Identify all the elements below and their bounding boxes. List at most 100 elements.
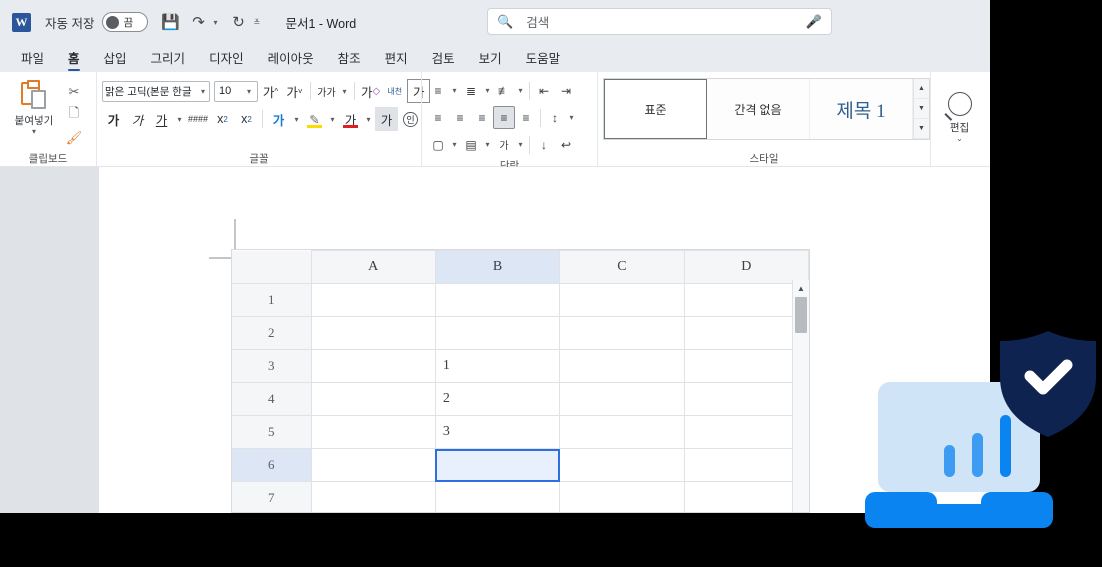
strikethrough-button[interactable]: #### — [186, 107, 210, 131]
cell-b1[interactable] — [434, 283, 561, 317]
scroll-up-arrow-icon[interactable]: ▲ — [793, 280, 809, 296]
row-header-2[interactable]: 2 — [232, 316, 312, 350]
underline-caret-icon[interactable]: ▾ — [174, 115, 185, 124]
editing-caret-icon[interactable]: ⌄ — [956, 134, 963, 143]
font-name-caret-icon[interactable]: ▾ — [201, 87, 207, 96]
font-color-button[interactable]: 가 — [339, 107, 362, 131]
font-color-caret-icon[interactable]: ▾ — [363, 115, 374, 124]
line-spacing-caret-icon[interactable]: ▾ — [566, 113, 577, 122]
numbered-list-caret-icon[interactable]: ▾ — [482, 86, 493, 95]
save-icon[interactable]: 💾 — [157, 9, 183, 35]
row-header-3[interactable]: 3 — [232, 349, 312, 383]
tab-layout[interactable]: 레이아웃 — [257, 46, 325, 72]
undo-icon[interactable]: ↷ — [185, 9, 211, 35]
styles-more-icon[interactable]: ▼ — [914, 119, 929, 139]
cell-a3[interactable] — [310, 349, 436, 383]
styles-scroll-up-icon[interactable]: ▲ — [914, 79, 929, 99]
cell-c5[interactable] — [559, 415, 685, 449]
line-spacing-icon[interactable]: ↕ — [544, 106, 566, 129]
cell-c1[interactable] — [559, 283, 685, 317]
text-effects-button[interactable]: 가 — [267, 107, 290, 131]
style-item-no-spacing[interactable]: 간격 없음 — [707, 79, 810, 139]
scrollbar-thumb[interactable] — [795, 297, 807, 333]
grow-font-button[interactable]: 가 ^ — [259, 79, 282, 103]
tab-view[interactable]: 보기 — [468, 46, 513, 72]
character-shading-button[interactable]: 가 — [375, 107, 399, 131]
cell-a4[interactable] — [310, 382, 436, 416]
cell-d1[interactable] — [683, 283, 809, 317]
column-header-b[interactable]: B — [434, 250, 561, 284]
asian-layout-icon[interactable]: 가 — [493, 133, 515, 156]
scissors-icon[interactable]: ✂ — [62, 81, 86, 103]
font-name-combobox[interactable]: 맑은 고딕(본문 한글 ▾ — [102, 80, 210, 102]
column-header-d[interactable]: D — [683, 250, 809, 284]
ribbon-group-editing[interactable]: 편집 ⌄ — [930, 72, 988, 167]
row-header-5[interactable]: 5 — [232, 415, 312, 449]
tab-help[interactable]: 도움말 — [515, 46, 572, 72]
multilevel-list-icon[interactable]: ≢ — [493, 79, 515, 102]
cell-d6[interactable] — [683, 448, 809, 482]
embedded-spreadsheet-object[interactable]: A B C D 1 2 3 1 4 2 5 3 6 7 ▲ — [231, 249, 810, 513]
cell-d7[interactable] — [683, 481, 809, 512]
microphone-icon[interactable]: 🎤 — [806, 14, 822, 30]
align-right-icon[interactable]: ≡ — [471, 106, 493, 129]
cell-d3[interactable] — [683, 349, 809, 383]
row-header-6[interactable]: 6 — [232, 448, 312, 482]
asian-layout-caret-icon[interactable]: ▾ — [515, 140, 526, 149]
undo-dropdown-caret-icon[interactable]: ▾ — [213, 18, 223, 27]
column-header-a[interactable]: A — [310, 250, 436, 284]
cell-b5[interactable]: 3 — [434, 415, 561, 449]
distribute-icon[interactable]: ≡ — [515, 106, 537, 129]
paste-dropdown-caret-icon[interactable]: ▾ — [32, 127, 36, 136]
cell-b2[interactable] — [434, 316, 561, 350]
row-header-1[interactable]: 1 — [232, 283, 312, 317]
tab-file[interactable]: 파일 — [10, 46, 55, 72]
cell-d5[interactable] — [683, 415, 809, 449]
tab-home[interactable]: 홈 — [57, 46, 91, 72]
subscript-button[interactable]: x2 — [211, 107, 234, 131]
styles-scrollbar[interactable]: ▲ ▼ ▼ — [913, 79, 929, 139]
cell-b4[interactable]: 2 — [434, 382, 561, 416]
borders-icon[interactable]: ▤ — [460, 133, 482, 156]
cell-a6[interactable] — [310, 448, 436, 482]
cell-d4[interactable] — [683, 382, 809, 416]
cell-c4[interactable] — [559, 382, 685, 416]
cell-c6[interactable] — [559, 448, 685, 482]
phonetic-guide-button[interactable]: 내천 — [383, 79, 406, 103]
cell-a1[interactable] — [310, 283, 436, 317]
paste-button[interactable]: 붙여넣기 ▾ — [6, 77, 62, 149]
italic-button[interactable]: 가 — [126, 107, 149, 131]
enclose-character-button[interactable]: 인 — [399, 107, 422, 131]
cell-c2[interactable] — [559, 316, 685, 350]
row-header-4[interactable]: 4 — [232, 382, 312, 416]
styles-scroll-down-icon[interactable]: ▼ — [914, 99, 929, 119]
search-input[interactable]: 🔍 검색 🎤 — [487, 8, 832, 35]
qat-overflow-icon[interactable]: ≚ — [253, 18, 263, 27]
tab-insert[interactable]: 삽입 — [93, 46, 138, 72]
font-size-caret-icon[interactable]: ▾ — [247, 87, 253, 96]
superscript-button[interactable]: x2 — [235, 107, 258, 131]
cell-d2[interactable] — [683, 316, 809, 350]
tab-mailings[interactable]: 편지 — [374, 46, 419, 72]
increase-indent-icon[interactable]: ⇥ — [555, 79, 577, 102]
bullet-list-icon[interactable]: ≡ — [427, 79, 449, 102]
bold-button[interactable]: 가 — [102, 107, 125, 131]
tab-draw[interactable]: 그리기 — [140, 46, 197, 72]
highlight-caret-icon[interactable]: ▾ — [327, 115, 338, 124]
style-item-normal[interactable]: 표준 — [604, 79, 707, 139]
align-center-icon[interactable]: ≡ — [449, 106, 471, 129]
bullet-list-caret-icon[interactable]: ▾ — [449, 86, 460, 95]
tab-design[interactable]: 디자인 — [198, 46, 255, 72]
decrease-indent-icon[interactable]: ⇤ — [533, 79, 555, 102]
cell-b3[interactable]: 1 — [434, 349, 561, 383]
underline-button[interactable]: 가 — [150, 107, 173, 131]
select-all-corner[interactable] — [232, 250, 312, 284]
cell-a5[interactable] — [310, 415, 436, 449]
borders-caret-icon[interactable]: ▾ — [482, 140, 493, 149]
change-case-caret-icon[interactable]: ▾ — [339, 87, 350, 96]
clear-formatting-button[interactable]: 가 ◇ — [359, 79, 382, 103]
numbered-list-icon[interactable]: ≣ — [460, 79, 482, 102]
cell-a7[interactable] — [310, 481, 436, 512]
font-size-combobox[interactable]: 10 ▾ — [214, 80, 258, 102]
multilevel-list-caret-icon[interactable]: ▾ — [515, 86, 526, 95]
